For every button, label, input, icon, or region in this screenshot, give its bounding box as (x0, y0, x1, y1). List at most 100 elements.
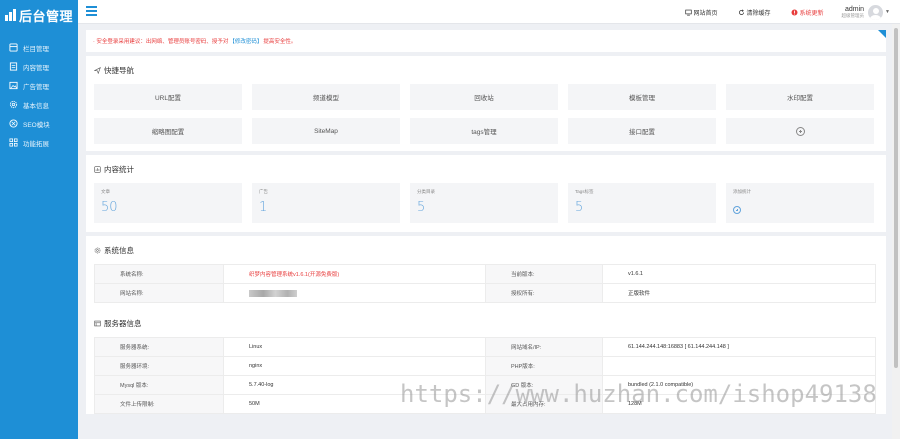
sidebar-item-label: 栏目管理 (23, 45, 49, 53)
quick-add-button[interactable] (726, 118, 874, 144)
chevron-down-icon: ▼ (885, 9, 890, 15)
stat-tags[interactable]: Tags标签 5 (568, 183, 716, 223)
quick-tags-manage[interactable]: tags管理 (410, 118, 558, 144)
plus-circle-icon (795, 126, 805, 136)
logo-icon (5, 9, 16, 21)
cell-value: nginx (223, 356, 486, 376)
stat-label: Tags标签 (575, 189, 594, 194)
quick-template-manage[interactable]: 模板管理 (568, 84, 716, 110)
gear-icon (9, 100, 18, 109)
quick-nav-title: 快捷导航 (94, 56, 877, 84)
security-notice: · 安全登录采用建议：出网络、管理员账号密码、授予对 【修改密码】 提高安全性。 (86, 30, 886, 52)
cell-key: Mysql 版本: (94, 375, 224, 395)
stat-label: 分类目录 (417, 189, 435, 194)
system-info-card: 系统信息 系统名称: 织梦内容管理系统v1.6.1(开源免费版) 当前版本: v… (86, 236, 886, 414)
sidebar-item-ads[interactable]: 广告管理 (0, 76, 78, 95)
quick-nav-grid: URL配置 频道模型 回收站 模板管理 水印配置 缩略图配置 SiteMap t… (94, 84, 877, 151)
plus-circle-icon (733, 206, 741, 214)
quick-url-config[interactable]: URL配置 (94, 84, 242, 110)
cell-value: 128M (602, 394, 876, 414)
table-row: Mysql 版本: 5.7.40-log GD 版本: bundled (2.1… (94, 375, 876, 395)
stat-value: 5 (417, 200, 426, 215)
image-icon (9, 81, 18, 90)
document-icon (9, 62, 18, 71)
cell-key: 网站名称: (94, 283, 224, 303)
site-home-label: 网站首页 (693, 10, 718, 17)
server-icon (94, 320, 101, 326)
sidebar-item-label: SEO模块 (23, 121, 50, 129)
notice-suffix: 提高安全性。 (263, 39, 297, 45)
system-info-table: 系统名称: 织梦内容管理系统v1.6.1(开源免费版) 当前版本: v1.6.1… (94, 264, 876, 303)
sidebar-item-basic-info[interactable]: 基本信息 (0, 95, 78, 114)
server-info-title: 服务器信息 (94, 309, 877, 337)
server-info-table: 服务器系统: Linux 网站域名/IP: 61.144.244.148:168… (94, 337, 876, 414)
redacted-site-name (249, 289, 297, 297)
cell-key: 网站域名/IP: (485, 337, 603, 357)
quick-recycle-bin[interactable]: 回收站 (410, 84, 558, 110)
vertical-scrollbar[interactable] (892, 24, 900, 439)
sidebar-item-label: 功能拓展 (23, 140, 49, 148)
system-update-label: 系统更新 (799, 10, 824, 17)
gear-icon (94, 247, 101, 253)
top-header: 网站首页 清除缓存 系统更新 admin 超级管理员 ▼ (78, 0, 900, 24)
cell-key: 系统名称: (94, 264, 224, 284)
quick-sitemap[interactable]: SiteMap (252, 118, 400, 144)
stat-value: 1 (259, 200, 268, 215)
sidebar: 后台管理 栏目管理 内容管理 广告管理 基本信息 SEO模块 功能拓展 (0, 0, 78, 439)
site-home-link[interactable]: 网站首页 (684, 8, 718, 17)
cell-key: 服务器系统: (94, 337, 224, 357)
change-password-link[interactable]: 【修改密码】 (229, 37, 262, 45)
clear-cache-label: 清除缓存 (746, 10, 771, 17)
sidebar-item-label: 内容管理 (23, 64, 49, 72)
user-name: admin (844, 5, 865, 13)
cell-value: 5.7.40-log (223, 375, 486, 395)
cell-value: bundled (2.1.0 compatible) (602, 375, 876, 395)
table-row: 文件上传限制: 50M 最大占用内存: 128M (94, 394, 876, 414)
content-stats-card: 内容统计 文章 50 广告 1 分类目录 5 Tags标签 5 添加统计 (86, 155, 886, 232)
menu-toggle-icon[interactable] (86, 6, 97, 17)
system-info-title: 系统信息 (94, 236, 877, 264)
stat-value: 50 (101, 200, 118, 215)
stat-label: 添加统计 (733, 189, 751, 194)
sidebar-item-columns[interactable]: 栏目管理 (0, 38, 78, 57)
server-info-title-text: 服务器信息 (104, 318, 142, 328)
sidebar-item-extensions[interactable]: 功能拓展 (0, 133, 78, 152)
sidebar-item-label: 基本信息 (23, 102, 49, 110)
sidebar-nav: 栏目管理 内容管理 广告管理 基本信息 SEO模块 功能拓展 (0, 38, 78, 152)
system-update-link[interactable]: 系统更新 (791, 8, 824, 17)
table-row: 系统名称: 织梦内容管理系统v1.6.1(开源免费版) 当前版本: v1.6.1 (94, 264, 876, 284)
cell-value: 正版软件 (602, 283, 876, 303)
sidebar-item-content[interactable]: 内容管理 (0, 57, 78, 76)
cell-key: 当前版本: (485, 264, 603, 284)
quick-api-config[interactable]: 接口配置 (568, 118, 716, 144)
globe-icon (9, 119, 18, 128)
scrollbar-thumb[interactable] (894, 28, 898, 368)
user-menu[interactable]: admin 超级管理员 ▼ (841, 4, 890, 20)
stat-label: 广告 (259, 189, 268, 194)
table-row: 网站名称: 授权所有: 正版软件 (94, 283, 876, 303)
logo[interactable]: 后台管理 (0, 0, 78, 30)
cell-key: 最大占用内存: (485, 394, 603, 414)
stat-value: 5 (575, 200, 584, 215)
quick-nav-card: 快捷导航 URL配置 频道模型 回收站 模板管理 水印配置 缩略图配置 Site… (86, 56, 886, 151)
sidebar-item-seo[interactable]: SEO模块 (0, 114, 78, 133)
logo-text: 后台管理 (19, 8, 74, 24)
alert-icon (791, 8, 798, 16)
quick-watermark-config[interactable]: 水印配置 (726, 84, 874, 110)
stat-ads[interactable]: 广告 1 (252, 183, 400, 223)
clear-cache-link[interactable]: 清除缓存 (738, 8, 771, 17)
cell-value: 61.144.244.148:16883 [ 61.144.244.148 ] (602, 337, 876, 357)
cell-value (223, 283, 486, 303)
quick-thumbnail-config[interactable]: 缩略图配置 (94, 118, 242, 144)
content-stats-title: 内容统计 (94, 155, 877, 183)
user-role: 超级管理员 (841, 12, 865, 18)
chart-icon (94, 165, 101, 173)
grid-icon (9, 43, 18, 52)
stat-articles[interactable]: 文章 50 (94, 183, 242, 223)
stat-add[interactable]: 添加统计 (726, 183, 874, 223)
system-info-title-text: 系统信息 (104, 245, 134, 255)
quick-channel-model[interactable]: 频道模型 (252, 84, 400, 110)
cell-value: 50M (223, 394, 486, 414)
refresh-icon (738, 8, 744, 15)
stat-categories[interactable]: 分类目录 5 (410, 183, 558, 223)
